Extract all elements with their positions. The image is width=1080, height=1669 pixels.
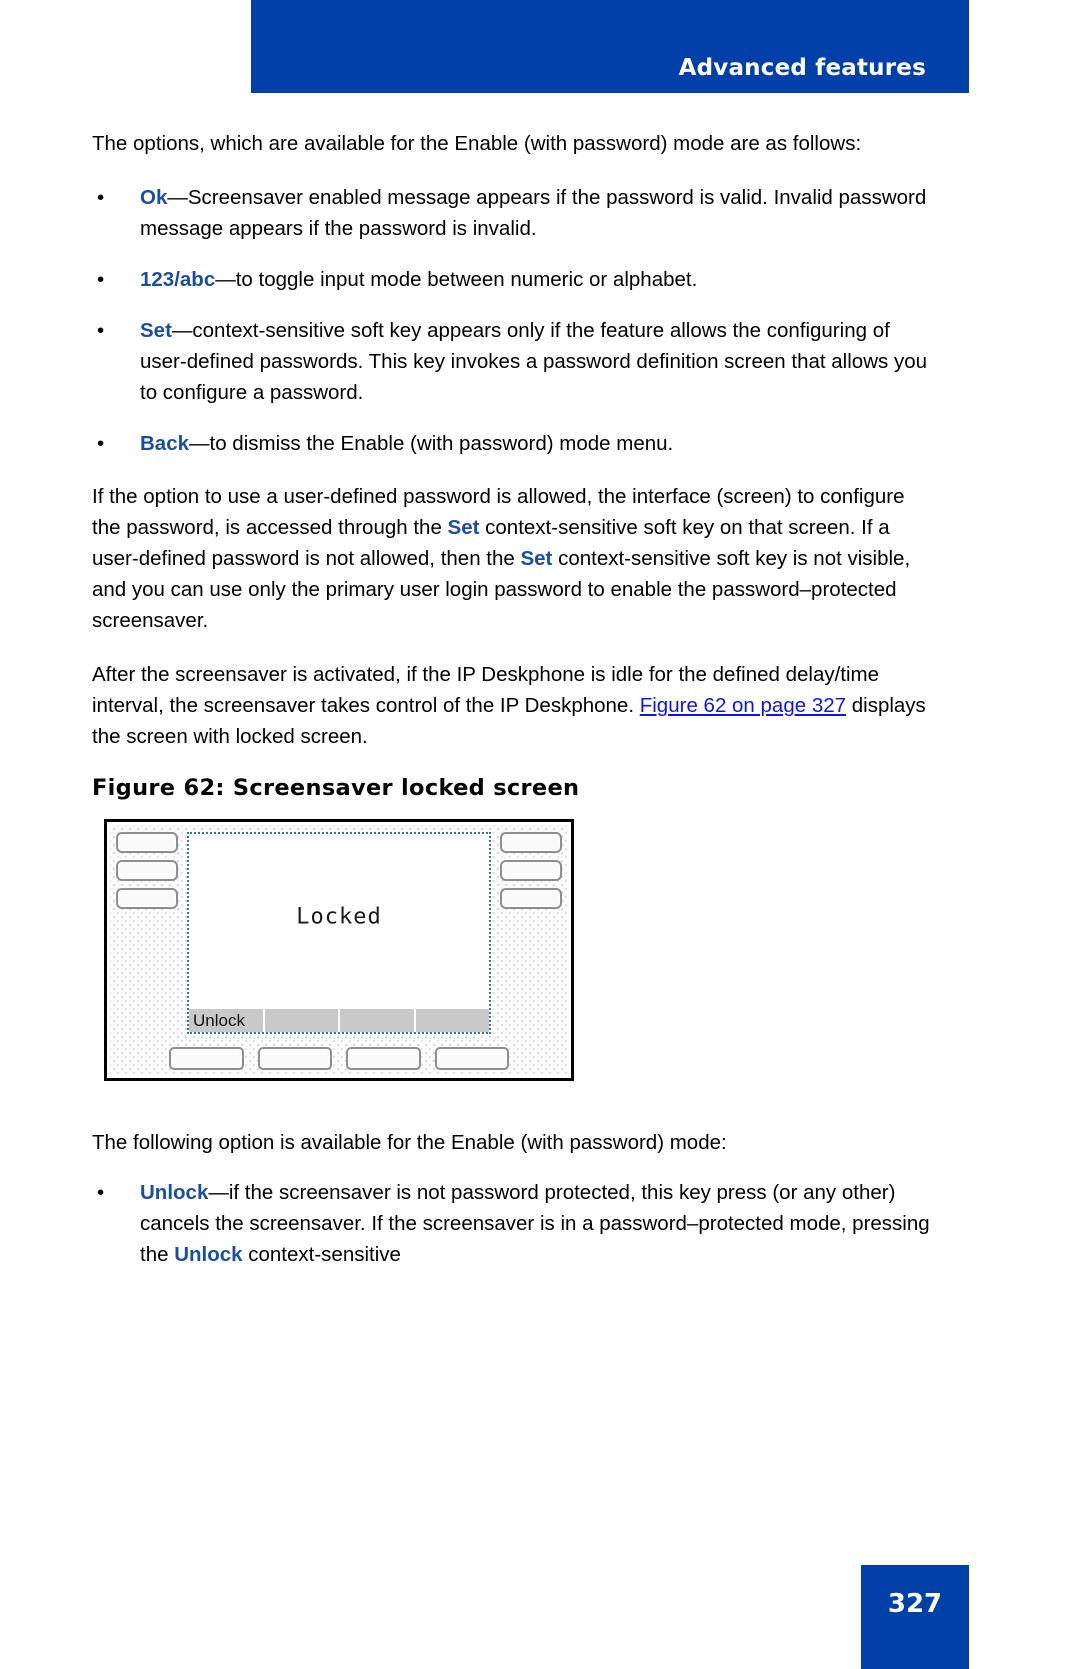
keyword-back: Back [140,432,190,455]
em-dash: — [208,1181,229,1204]
list-item-text: Screensaver enabled message appears if t… [140,186,927,240]
soft-key-1[interactable] [169,1047,244,1070]
soft-label-2[interactable] [264,1009,340,1032]
phone-lcd-display: Locked Unlock [187,832,491,1034]
keyword-set-inline-1: Set [447,516,480,539]
bullet-icon: • [97,432,105,455]
paragraph-screensaver-activated: After the screensaver is activated, if t… [92,659,930,752]
soft-key-row [169,1047,509,1070]
figure-caption: Figure 62: Screensaver locked screen [92,775,580,801]
page-number: 327 [887,1589,943,1619]
soft-label-unlock[interactable]: Unlock [189,1009,265,1032]
list-item: • Set—context-sensitive soft key appears … [92,315,930,408]
paragraph-user-defined-password: If the option to use a user-defined pass… [92,481,930,636]
feature-key-left-2[interactable] [116,860,178,881]
list-item: • Back—to dismiss the Enable (with passwo… [92,428,930,459]
keyword-123abc: 123/abc [140,268,216,291]
list-item: • Unlock—if the screensaver is not passwo… [92,1177,930,1270]
page-header-title: Advanced features [678,55,926,81]
bullet-icon: • [97,319,105,342]
keyword-unlock-1: Unlock [140,1181,209,1204]
bullet-icon: • [97,186,105,209]
header-banner: Advanced features [251,0,969,93]
list-item-text: to dismiss the Enable (with password) mo… [209,432,674,455]
em-dash: — [171,319,193,342]
options-list: • Ok—Screensaver enabled message appears … [92,182,930,459]
soft-key-4[interactable] [434,1047,509,1070]
list-item-text: context-sensitive soft key appears only … [140,319,927,404]
list-item-text: to toggle input mode between numeric or … [235,268,698,291]
feature-key-column-right [500,832,562,916]
feature-key-right-1[interactable] [500,832,562,853]
page-content: The options, which are available for the… [92,128,930,1292]
keyword-set-inline-2: Set [520,547,553,570]
lcd-locked-text: Locked [296,904,382,930]
soft-key-2[interactable] [257,1047,332,1070]
soft-label-4[interactable] [415,1009,489,1032]
soft-key-3[interactable] [346,1047,421,1070]
em-dash: — [189,432,210,455]
intro-paragraph: The options, which are available for the… [92,132,862,155]
figure-cross-reference-link[interactable]: Figure 62 on page 327 [640,694,846,717]
feature-key-right-3[interactable] [500,888,562,909]
list-item-text: context-sensitive [242,1243,401,1266]
feature-key-column-left [116,832,178,916]
keyword-ok: Ok [140,186,168,209]
page-number-block: 327 [861,1565,969,1669]
soft-label-strip: Unlock [189,1009,489,1032]
feature-key-left-3[interactable] [116,888,178,909]
em-dash: — [167,186,188,209]
feature-key-right-2[interactable] [500,860,562,881]
list-item: • Ok—Screensaver enabled message appears … [92,182,930,244]
following-option-paragraph: The following option is available for th… [92,1131,727,1154]
keyword-unlock-2: Unlock [174,1243,243,1266]
bullet-icon: • [97,1181,105,1204]
bullet-icon: • [97,268,105,291]
list-item: • 123/abc—to toggle input mode between nu… [92,264,930,295]
keyword-set: Set [140,319,172,342]
figure-screensaver-locked-screen: Locked Unlock [104,819,574,1081]
soft-label-3[interactable] [340,1009,416,1032]
feature-key-left-1[interactable] [116,832,178,853]
em-dash: — [215,268,236,291]
unlock-option-list: • Unlock—if the screensaver is not passwo… [92,1177,930,1270]
